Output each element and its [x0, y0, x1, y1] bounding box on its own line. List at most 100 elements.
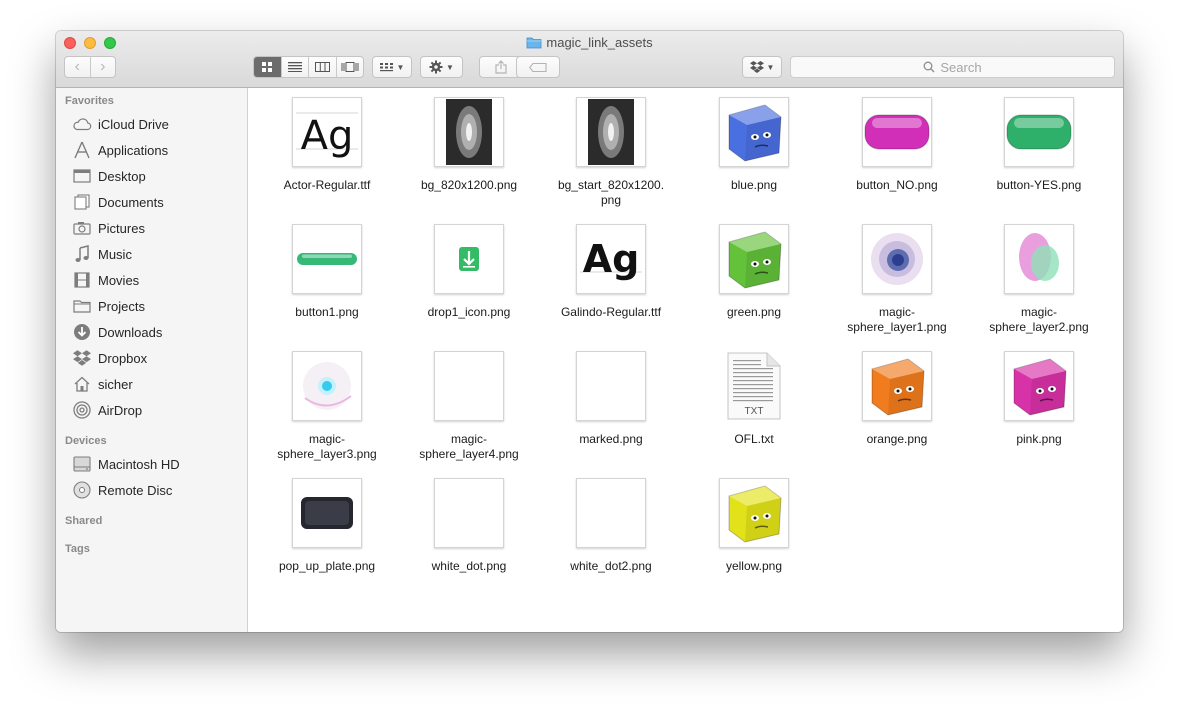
search-field[interactable]: Search	[790, 56, 1115, 78]
grid-icon	[262, 62, 273, 72]
dropbox-toolbar-button[interactable]: ▼	[742, 56, 782, 78]
file-item[interactable]: orange.png	[826, 342, 968, 467]
file-thumbnail[interactable]: Ag	[292, 97, 362, 167]
file-name: Galindo-Regular.ttf	[540, 305, 682, 320]
chevron-down-icon: ▼	[766, 62, 775, 72]
sidebar-item-label: Projects	[98, 298, 145, 314]
sidebar-item-desktop[interactable]: Desktop	[72, 165, 146, 187]
column-view-button[interactable]	[308, 57, 336, 77]
tags-heading[interactable]: Tags	[65, 543, 90, 555]
file-thumbnail[interactable]	[292, 224, 362, 294]
home-icon	[72, 374, 92, 394]
file-item[interactable]: white_dot.png	[398, 469, 540, 594]
sidebar-item-macintosh-hd[interactable]: Macintosh HD	[72, 453, 180, 475]
sidebar-item-applications[interactable]: Applications	[72, 139, 168, 161]
chevron-down-icon: ▼	[396, 62, 405, 72]
file-item[interactable]: Ag Galindo-Regular.ttf	[540, 215, 682, 340]
file-thumbnail[interactable]	[1004, 351, 1074, 421]
file-item[interactable]: magic-sphere_layer2.png	[968, 215, 1110, 340]
documents-icon	[72, 192, 92, 212]
file-thumbnail[interactable]	[292, 351, 362, 421]
window-title-text: magic_link_assets	[546, 35, 653, 50]
cover-flow-icon	[341, 62, 359, 72]
svg-text:Ag: Ag	[301, 113, 354, 159]
file-thumbnail[interactable]: TXT	[719, 351, 789, 421]
sidebar-item-documents[interactable]: Documents	[72, 191, 164, 213]
file-thumbnail[interactable]	[292, 478, 362, 548]
shared-heading[interactable]: Shared	[65, 515, 102, 527]
file-item[interactable]: yellow.png	[683, 469, 825, 594]
file-name-line: png	[600, 193, 622, 207]
file-item[interactable]: Ag Actor-Regular.ttf	[256, 88, 398, 213]
sidebar-item-dropbox[interactable]: Dropbox	[72, 347, 147, 369]
file-name-line: sphere_layer3.png	[277, 447, 377, 461]
file-item[interactable]: pop_up_plate.png	[256, 469, 398, 594]
file-name-line: white_dot.png	[431, 559, 507, 573]
file-item[interactable]: button1.png	[256, 215, 398, 340]
icon-view-button[interactable]	[254, 57, 281, 77]
music-note-icon	[72, 244, 92, 264]
file-item[interactable]: bg_start_820x1200. png	[540, 88, 682, 213]
file-thumbnail[interactable]	[1004, 224, 1074, 294]
file-name-line: white_dot2.png	[570, 559, 652, 573]
sidebar-item-remote-disc[interactable]: Remote Disc	[72, 479, 172, 501]
sidebar-item-movies[interactable]: Movies	[72, 269, 139, 291]
file-item[interactable]: drop1_icon.png	[398, 215, 540, 340]
file-item[interactable]: magic-sphere_layer1.png	[826, 215, 968, 340]
file-thumbnail[interactable]	[576, 478, 646, 548]
file-item[interactable]: TXT OFL.txt	[683, 342, 825, 467]
file-item[interactable]: button_NO.png	[826, 88, 968, 213]
svg-text:Ag: Ag	[583, 237, 640, 281]
sidebar-item-sicher[interactable]: sicher	[72, 373, 133, 395]
forward-button[interactable]: ›	[89, 57, 116, 77]
tag-button[interactable]	[516, 56, 560, 78]
sidebar-item-projects[interactable]: Projects	[72, 295, 145, 317]
file-thumbnail[interactable]	[576, 351, 646, 421]
tag-icon	[529, 62, 547, 72]
file-item[interactable]: blue.png	[683, 88, 825, 213]
file-item[interactable]: magic-sphere_layer4.png	[398, 342, 540, 467]
file-thumbnail[interactable]	[719, 478, 789, 548]
file-thumbnail[interactable]: Ag	[576, 224, 646, 294]
file-name: drop1_icon.png	[398, 305, 540, 320]
arrange-button[interactable]: ▼	[372, 56, 412, 78]
sidebar-item-icloud-drive[interactable]: iCloud Drive	[72, 113, 169, 135]
download-icon	[72, 322, 92, 342]
file-thumbnail[interactable]	[719, 224, 789, 294]
file-thumbnail[interactable]	[862, 97, 932, 167]
file-name-line: button-YES.png	[996, 178, 1082, 192]
file-item[interactable]: green.png	[683, 215, 825, 340]
file-item[interactable]: marked.png	[540, 342, 682, 467]
file-item[interactable]: bg_820x1200.png	[398, 88, 540, 213]
file-item[interactable]: pink.png	[968, 342, 1110, 467]
sidebar-item-label: iCloud Drive	[98, 116, 169, 132]
file-item[interactable]: button-YES.png	[968, 88, 1110, 213]
file-name: button-YES.png	[968, 178, 1110, 193]
file-thumbnail[interactable]	[434, 224, 504, 294]
file-thumbnail[interactable]	[862, 224, 932, 294]
file-item[interactable]: white_dot2.png	[540, 469, 682, 594]
file-thumbnail[interactable]	[719, 97, 789, 167]
file-name: magic-sphere_layer1.png	[826, 305, 968, 335]
sidebar-item-airdrop[interactable]: AirDrop	[72, 399, 142, 421]
sidebar-item-pictures[interactable]: Pictures	[72, 217, 145, 239]
back-button[interactable]: ‹	[65, 57, 90, 77]
file-thumbnail[interactable]	[576, 97, 646, 167]
list-view-button[interactable]	[280, 57, 309, 77]
sidebar-item-music[interactable]: Music	[72, 243, 132, 265]
file-thumbnail[interactable]	[434, 97, 504, 167]
cloud-icon	[72, 114, 92, 134]
file-thumbnail[interactable]	[434, 351, 504, 421]
file-name: pink.png	[968, 432, 1110, 447]
file-thumbnail[interactable]	[862, 351, 932, 421]
action-button[interactable]: ▼	[420, 56, 463, 78]
sidebar-item-downloads[interactable]: Downloads	[72, 321, 162, 343]
share-icon	[495, 60, 507, 74]
file-thumbnail[interactable]	[1004, 97, 1074, 167]
file-name: magic-sphere_layer4.png	[398, 432, 540, 462]
window-title: magic_link_assets	[56, 35, 1123, 53]
cover-flow-button[interactable]	[335, 57, 364, 77]
file-thumbnail[interactable]	[434, 478, 504, 548]
file-item[interactable]: magic-sphere_layer3.png	[256, 342, 398, 467]
hard-drive-icon	[72, 454, 92, 474]
